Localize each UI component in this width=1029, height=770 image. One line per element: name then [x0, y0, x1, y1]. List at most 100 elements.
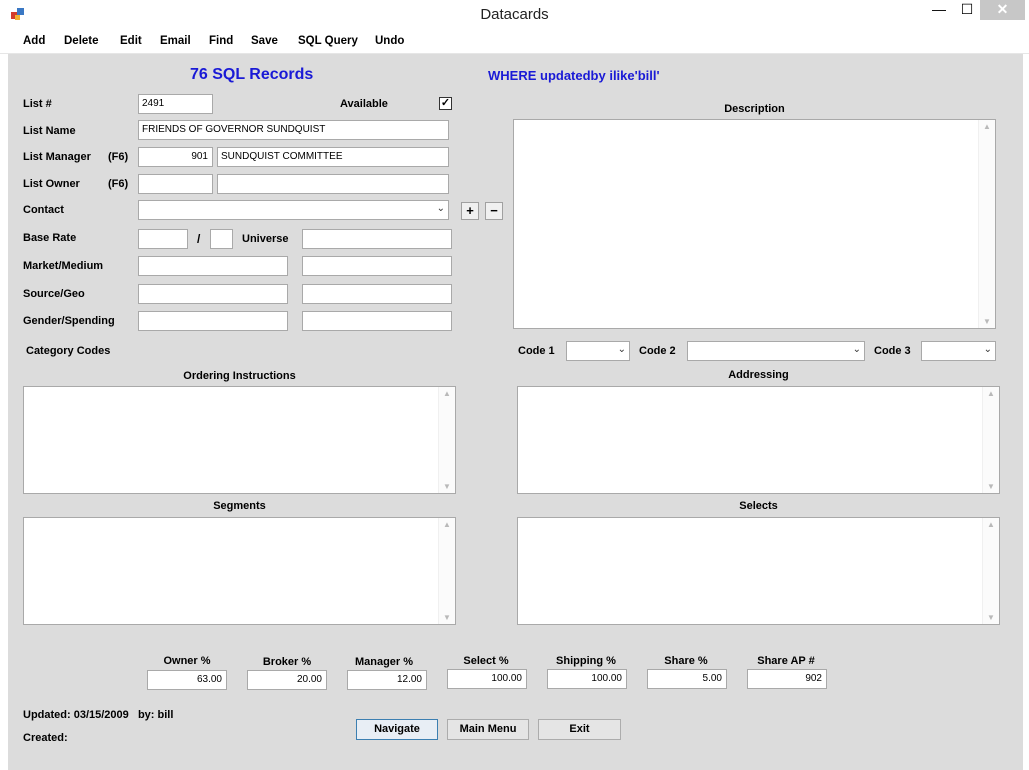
menu-delete[interactable]: Delete	[64, 35, 99, 47]
base-rate-field[interactable]	[138, 229, 188, 249]
base-rate-unit-field[interactable]	[210, 229, 233, 249]
share-pct-field[interactable]: 5.00	[647, 669, 727, 689]
segments-textarea[interactable]: ▲ ▼	[23, 517, 456, 625]
list-manager-name-field[interactable]: SUNDQUIST COMMITTEE	[217, 147, 449, 167]
broker-pct-label: Broker %	[262, 656, 312, 668]
spending-field[interactable]	[302, 311, 452, 331]
menu-sql-query[interactable]: SQL Query	[298, 35, 358, 47]
scrollbar[interactable]: ▲ ▼	[438, 518, 455, 624]
close-button[interactable]: ✕	[980, 0, 1025, 20]
list-manager-f6-label: (F6)	[108, 151, 129, 163]
segments-header: Segments	[213, 500, 266, 512]
code3-label: Code 3	[874, 345, 911, 357]
code1-combo[interactable]: ⌄	[566, 341, 630, 361]
addressing-textarea[interactable]: ▲ ▼	[517, 386, 1000, 494]
navigate-button[interactable]: Navigate	[356, 719, 438, 740]
list-name-field[interactable]: FRIENDS OF GOVERNOR SUNDQUIST	[138, 120, 449, 140]
shipping-pct-field[interactable]: 100.00	[547, 669, 627, 689]
minimize-button[interactable]: —	[924, 0, 954, 20]
manager-pct-field[interactable]: 12.00	[347, 670, 427, 690]
menu-add[interactable]: Add	[23, 35, 45, 47]
addressing-header: Addressing	[728, 369, 789, 381]
list-num-label: List #	[23, 98, 52, 110]
list-owner-id-field[interactable]	[138, 174, 213, 194]
contact-label: Contact	[23, 204, 64, 216]
list-owner-label: List Owner	[23, 178, 80, 190]
scroll-up-icon[interactable]: ▲	[443, 389, 451, 398]
code1-label: Code 1	[518, 345, 555, 357]
geo-field[interactable]	[302, 284, 452, 304]
scroll-down-icon[interactable]: ▼	[987, 482, 995, 491]
description-textarea[interactable]: ▲ ▼	[513, 119, 996, 329]
code2-label: Code 2	[639, 345, 676, 357]
gender-field[interactable]	[138, 311, 288, 331]
list-name-label: List Name	[23, 125, 76, 137]
available-checkbox[interactable]: ✓	[439, 97, 452, 110]
menu-edit[interactable]: Edit	[120, 35, 142, 47]
menu-undo[interactable]: Undo	[375, 35, 404, 47]
selects-header: Selects	[739, 500, 778, 512]
updated-label: Updated: 03/15/2009 by: bill	[23, 709, 174, 721]
market-medium-label: Market/Medium	[23, 260, 104, 272]
scrollbar[interactable]: ▲ ▼	[978, 120, 995, 328]
medium-field[interactable]	[302, 256, 452, 276]
list-manager-label: List Manager	[23, 151, 91, 163]
menu-email[interactable]: Email	[160, 35, 191, 47]
share-ap-field[interactable]: 902	[747, 669, 827, 689]
manager-pct-label: Manager %	[354, 656, 414, 668]
share-pct-label: Share %	[664, 655, 708, 667]
selects-textarea[interactable]: ▲ ▼	[517, 517, 1000, 625]
shipping-pct-label: Shipping %	[556, 655, 616, 667]
menu-find[interactable]: Find	[209, 35, 233, 47]
share-ap-label: Share AP #	[757, 655, 815, 667]
code3-combo[interactable]: ⌄	[921, 341, 996, 361]
universe-label: Universe	[242, 233, 289, 245]
scroll-up-icon[interactable]: ▲	[443, 520, 451, 529]
window-title: Datacards	[480, 6, 549, 23]
source-field[interactable]	[138, 284, 288, 304]
scroll-down-icon[interactable]: ▼	[443, 613, 451, 622]
created-label: Created:	[23, 732, 68, 744]
title-bar: Datacards — ☐ ✕	[0, 0, 1029, 30]
remove-contact-button[interactable]: −	[485, 202, 503, 220]
scroll-down-icon[interactable]: ▼	[983, 317, 991, 326]
ordering-instructions-textarea[interactable]: ▲ ▼	[23, 386, 456, 494]
owner-pct-field[interactable]: 63.00	[147, 670, 227, 690]
owner-pct-label: Owner %	[163, 655, 211, 667]
maximize-button[interactable]: ☐	[952, 0, 982, 20]
category-codes-label: Category Codes	[26, 345, 111, 357]
universe-field[interactable]	[302, 229, 452, 249]
chevron-down-icon: ⌄	[436, 203, 445, 214]
record-count-label: 76 SQL Records	[190, 66, 314, 83]
scroll-up-icon[interactable]: ▲	[987, 520, 995, 529]
list-owner-name-field[interactable]	[217, 174, 449, 194]
contact-combo[interactable]: ⌄	[138, 200, 449, 220]
scrollbar[interactable]: ▲ ▼	[982, 518, 999, 624]
base-rate-label: Base Rate	[23, 232, 77, 244]
add-contact-button[interactable]: +	[461, 202, 479, 220]
query-label: WHERE updatedby ilike'bill'	[488, 68, 660, 83]
select-pct-field[interactable]: 100.00	[447, 669, 527, 689]
scroll-down-icon[interactable]: ▼	[987, 613, 995, 622]
list-owner-f6-label: (F6)	[108, 178, 129, 190]
menu-save[interactable]: Save	[251, 35, 278, 47]
scroll-up-icon[interactable]: ▲	[983, 122, 991, 131]
chevron-down-icon: ⌄	[852, 344, 861, 355]
scroll-down-icon[interactable]: ▼	[443, 482, 451, 491]
base-rate-slash: /	[197, 232, 201, 246]
scrollbar[interactable]: ▲ ▼	[982, 387, 999, 493]
list-num-field[interactable]: 2491	[138, 94, 213, 114]
select-pct-label: Select %	[463, 655, 509, 667]
main-menu-button[interactable]: Main Menu	[447, 719, 529, 740]
list-manager-id-field[interactable]: 901	[138, 147, 213, 167]
scrollbar[interactable]: ▲ ▼	[438, 387, 455, 493]
market-field[interactable]	[138, 256, 288, 276]
scroll-up-icon[interactable]: ▲	[987, 389, 995, 398]
chevron-down-icon: ⌄	[617, 344, 626, 355]
broker-pct-field[interactable]: 20.00	[247, 670, 327, 690]
menu-bar: Add Delete Edit Email Find Save SQL Quer…	[0, 30, 1029, 54]
exit-button[interactable]: Exit	[538, 719, 621, 740]
available-label: Available	[340, 98, 388, 110]
code2-combo[interactable]: ⌄	[687, 341, 865, 361]
ordering-instructions-header: Ordering Instructions	[183, 370, 296, 382]
